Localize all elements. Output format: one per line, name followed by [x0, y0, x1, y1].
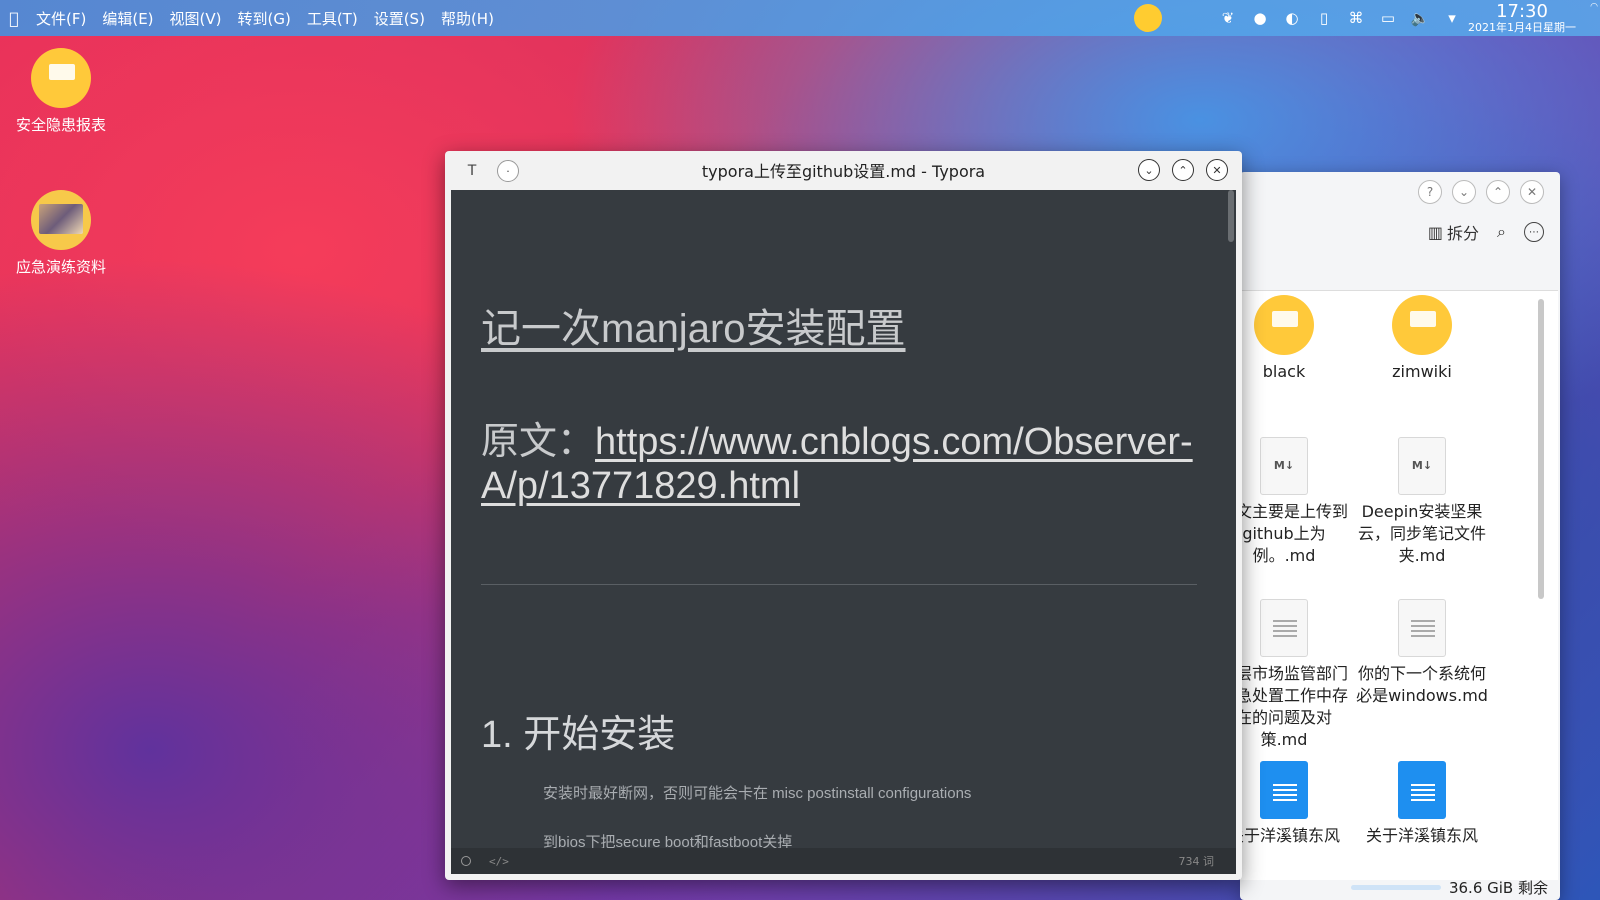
more-options-icon[interactable]: ⋯ [1524, 222, 1544, 242]
window-title: typora上传至github设置.md - Typora [701, 162, 986, 181]
desktop-icon-label: 应急演练资料 [15, 258, 106, 276]
document-file-icon [1398, 761, 1446, 819]
split-view-button[interactable]: ▥ 拆分 [1428, 220, 1479, 244]
file-label: 关于洋溪镇东风 [1365, 826, 1478, 845]
desktop-icon-drill-materials[interactable]: 应急演练资料 [6, 190, 116, 277]
file-label: zimwiki [1392, 362, 1452, 381]
menu-settings[interactable]: 设置(S) [366, 8, 433, 29]
file-label: 你的下一个系统何必是windows.md [1356, 664, 1488, 705]
split-icon: ▥ [1427, 222, 1444, 242]
volume-icon[interactable]: 🔈 [1404, 0, 1436, 36]
text-file-icon [1260, 599, 1308, 657]
search-icon[interactable]: ⌕ [1497, 222, 1506, 242]
file-label: 基层市场监管部门应急处置工作中存在的问题及对策.md [1240, 664, 1348, 749]
maximize-icon[interactable]: ⌃ [1486, 180, 1510, 204]
menu-tools[interactable]: 工具(T) [299, 8, 366, 29]
system-tray: ❦ ● ◐ ▯ ⌘ ▭ 🔈 ▾ [1212, 0, 1468, 36]
file-item-doc-2[interactable]: 关于洋溪镇东风 [1352, 761, 1492, 847]
folder-icon [1392, 295, 1452, 355]
file-item-black[interactable]: black [1240, 295, 1354, 383]
file-item-md-3[interactable]: 基层市场监管部门应急处置工作中存在的问题及对策.md [1240, 599, 1354, 751]
file-item-zimwiki[interactable]: zimwiki [1352, 295, 1492, 383]
source-paragraph[interactable]: 原文：https://www.cnblogs.com/Observer-A/p/… [481, 420, 1211, 508]
menu-edit[interactable]: 编辑(E) [94, 8, 161, 29]
fm-title-buttons: ? ⌄ ⌃ ✕ [1418, 180, 1544, 204]
outline-toggle-icon[interactable] [461, 856, 471, 866]
file-label: 本文主要是上传到github上为例。.md [1240, 502, 1348, 565]
typora-window: T · typora上传至github设置.md - Typora ⌄ ⌃ ✕ … [445, 151, 1242, 880]
robot-icon[interactable]: ◐ [1276, 0, 1308, 36]
source-mode-icon[interactable]: </> [489, 855, 509, 868]
text-file-icon [1398, 599, 1446, 657]
menu-view[interactable]: 视图(V) [162, 8, 230, 29]
typora-titlebar[interactable]: T · typora上传至github设置.md - Typora ⌄ ⌃ ✕ [445, 151, 1242, 189]
menu-goto[interactable]: 转到(G) [230, 8, 299, 29]
file-item-doc-1[interactable]: 关于洋溪镇东风 [1240, 761, 1354, 847]
clock[interactable]: 17:30 2021年1月4日星期一 [1462, 2, 1582, 34]
image-folder-icon [31, 190, 91, 250]
paragraph-2[interactable]: 到bios下把secure boot和fastboot关掉 [543, 831, 792, 848]
fm-scrollbar[interactable] [1538, 299, 1544, 599]
editor-scrollbar[interactable] [1228, 190, 1234, 242]
file-label: Deepin安装坚果云，同步笔记文件夹.md [1357, 502, 1486, 565]
typora-window-controls: ⌄ ⌃ ✕ [1138, 159, 1228, 181]
paragraph-1[interactable]: 安装时最好断网，否则可能会卡在 misc postinstall configu… [543, 782, 971, 803]
maximize-icon[interactable]: ⌃ [1172, 159, 1194, 181]
top-menubar:  文件(F) 编辑(E) 视图(V) 转到(G) 工具(T) 设置(S) 帮助… [0, 0, 1600, 36]
file-label: black [1262, 362, 1306, 381]
fm-toolbar: ▥ 拆分 ⌕ ⋯ [1428, 220, 1544, 244]
disk-usage-bar [1350, 884, 1441, 890]
folder-icon [31, 48, 91, 108]
markdown-file-icon: M↓ [1260, 437, 1308, 495]
apple-icon[interactable]:  [0, 9, 28, 28]
menu-chevron-icon[interactable]: ⌄ [1452, 180, 1476, 204]
heading-1[interactable]: 记一次manjaro安装配置 [481, 296, 906, 354]
typora-editor[interactable]: 记一次manjaro安装配置 原文：https://www.cnblogs.co… [451, 190, 1236, 848]
file-label: 关于洋溪镇东风 [1240, 826, 1340, 845]
command-icon[interactable]: ⌘ [1340, 0, 1372, 36]
file-manager-window: ? ⌄ ⌃ ✕ ▥ 拆分 ⌕ ⋯ black zimwiki M↓ 本文主要是上… [1240, 172, 1560, 900]
lock-indicator-icon: ◠ [1590, 2, 1598, 12]
desktop-icon-safety-report[interactable]: 安全隐患报表 [6, 48, 116, 135]
menu-file[interactable]: 文件(F) [28, 8, 94, 29]
markdown-file-icon: M↓ [1398, 437, 1446, 495]
document-file-icon [1260, 761, 1308, 819]
menu-help[interactable]: 帮助(H) [433, 8, 502, 29]
close-icon[interactable]: ✕ [1520, 180, 1544, 204]
screen-icon[interactable]: ▭ [1372, 0, 1404, 36]
network-icon[interactable]: ● [1244, 0, 1276, 36]
desktop-icon-label: 安全隐患报表 [15, 116, 106, 134]
clipboard-icon[interactable]: ▯ [1308, 0, 1340, 36]
fm-file-grid: black zimwiki M↓ 本文主要是上传到github上为例。.md M… [1240, 290, 1558, 880]
fm-statusbar: 36.6 GiB 剩余 [1240, 874, 1558, 900]
horizontal-rule [481, 584, 1197, 585]
file-item-md-2[interactable]: M↓ Deepin安装坚果云，同步笔记文件夹.md [1352, 437, 1492, 567]
clock-time: 17:30 [1496, 1, 1548, 22]
file-item-md-1[interactable]: M↓ 本文主要是上传到github上为例。.md [1240, 437, 1354, 567]
file-item-md-4[interactable]: 你的下一个系统何必是windows.md [1352, 599, 1492, 707]
word-count[interactable]: 734 词 [1179, 853, 1215, 869]
minimize-icon[interactable]: ⌄ [1138, 159, 1160, 181]
source-label: 原文： [481, 421, 596, 463]
heading-2[interactable]: 1. 开始安装 [481, 703, 675, 758]
folder-icon [1254, 295, 1314, 355]
plant-icon[interactable]: ❦ [1212, 0, 1244, 36]
split-label: 拆分 [1447, 224, 1480, 243]
close-icon[interactable]: ✕ [1206, 159, 1228, 181]
typora-footer: </> 734 词 [451, 848, 1236, 874]
help-icon[interactable]: ? [1418, 180, 1442, 204]
weather-icon[interactable] [1134, 4, 1162, 32]
free-space-label: 36.6 GiB 剩余 [1448, 878, 1548, 897]
clock-date: 2021年1月4日星期一 [1468, 21, 1576, 34]
